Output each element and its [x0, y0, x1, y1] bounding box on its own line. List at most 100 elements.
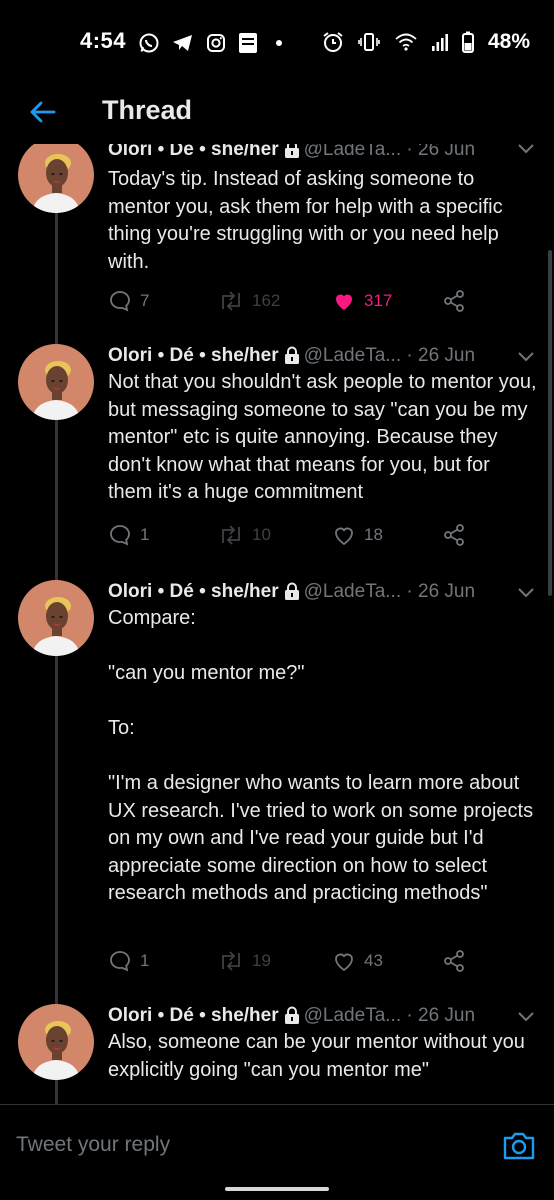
back-button[interactable] [22, 92, 62, 132]
reply-icon [110, 525, 130, 546]
notification-dot [276, 40, 282, 46]
reply-icon [110, 951, 130, 972]
reply-composer [0, 1104, 554, 1184]
retweet-icon [222, 525, 240, 545]
page-title: Thread [102, 95, 193, 125]
like-button[interactable]: 317 [332, 286, 392, 316]
status-time: 4:54 [80, 28, 127, 53]
share-icon [444, 290, 464, 312]
profile-illustration [32, 154, 80, 213]
avatar[interactable] [18, 580, 94, 656]
tweet-date[interactable]: · 26 Jun [406, 144, 475, 160]
back-arrow-icon [30, 101, 56, 123]
reply-icon [110, 291, 130, 312]
camera-button[interactable] [500, 1127, 538, 1165]
share-button[interactable] [442, 946, 466, 976]
author-name[interactable]: Olori • Dé • she/her [108, 1005, 279, 1026]
like-count: 317 [364, 291, 393, 310]
tweet[interactable]: Olori • Dé • she/her @LadeTa... · 26 Jun … [0, 1004, 554, 1104]
tweet[interactable]: Olori • Dé • she/her @LadeTa... · 26 Jun … [0, 144, 554, 344]
tweet-date[interactable]: · 26 Jun [406, 1005, 475, 1026]
tweet[interactable]: Olori • Dé • she/her @LadeTa... · 26 Jun … [0, 580, 554, 1000]
share-button[interactable] [442, 520, 466, 550]
tweet-date[interactable]: · 26 Jun [406, 345, 475, 366]
author-name[interactable]: Olori • Dé • she/her [108, 144, 279, 160]
protected-lock-icon [284, 346, 299, 364]
app-header: Thread [0, 80, 554, 144]
reply-input[interactable] [16, 1127, 476, 1163]
author-handle[interactable]: @LadeTa... [304, 144, 401, 160]
tweet-actions: 1 10 18 [108, 520, 528, 550]
tweet-text: Also, someone can be your mentor without… [108, 1031, 525, 1081]
reply-count: 1 [140, 525, 150, 544]
tweet-text: Not that you shouldn't ask people to men… [108, 371, 537, 503]
heart-icon [335, 527, 353, 546]
tweet-text: Today's tip. Instead of asking someone t… [108, 168, 503, 273]
protected-lock-icon [284, 582, 299, 600]
share-button[interactable] [442, 286, 466, 316]
retweet-button[interactable]: 162 [218, 286, 280, 316]
bible-app-icon [239, 33, 257, 53]
profile-illustration [32, 1021, 80, 1080]
retweet-count: 19 [252, 951, 271, 970]
tweet[interactable]: Olori • Dé • she/her @LadeTa... · 26 Jun … [0, 344, 554, 580]
retweet-icon [222, 951, 240, 971]
battery-icon [461, 31, 474, 53]
tweet-actions: 1 19 43 [108, 946, 528, 976]
reply-button[interactable]: 1 [108, 946, 149, 976]
like-count: 43 [364, 951, 383, 970]
author-name[interactable]: Olori • Dé • she/her [108, 581, 279, 602]
tweet-text: Compare: "can you mentor me?" To: "I'm a… [108, 607, 534, 904]
reply-button[interactable]: 1 [108, 520, 149, 550]
alarm-icon [323, 32, 343, 52]
heart-icon [335, 953, 353, 972]
author-handle[interactable]: @LadeTa... [304, 581, 401, 602]
tweet-header: Olori • Dé • she/her @LadeTa... · 26 Jun [108, 144, 475, 162]
wifi-icon [395, 33, 417, 51]
scrollbar[interactable] [548, 250, 552, 596]
chevron-down-icon[interactable] [514, 1004, 538, 1028]
heart-filled-icon [336, 294, 352, 310]
avatar[interactable] [18, 1004, 94, 1080]
chevron-down-icon[interactable] [514, 580, 538, 604]
tweet-header: Olori • Dé • she/her @LadeTa... · 26 Jun [108, 1004, 475, 1028]
like-count: 18 [364, 525, 383, 544]
retweet-count: 10 [252, 525, 271, 544]
status-bar: 4:54 48% [0, 0, 554, 80]
tweet-actions: 7 162 317 [108, 286, 528, 316]
tweet-header: Olori • Dé • she/her @LadeTa... · 26 Jun [108, 344, 475, 368]
signal-icon [431, 34, 448, 51]
camera-icon [503, 1132, 535, 1160]
avatar[interactable] [18, 344, 94, 420]
chevron-down-icon[interactable] [514, 144, 538, 160]
tweet-header: Olori • Dé • she/her @LadeTa... · 26 Jun [108, 580, 475, 604]
whatsapp-icon [139, 33, 159, 53]
reply-count: 1 [140, 951, 150, 970]
telegram-icon [173, 35, 192, 51]
protected-lock-icon [284, 144, 299, 158]
author-handle[interactable]: @LadeTa... [304, 1005, 401, 1026]
share-icon [444, 950, 464, 972]
vibrate-icon [358, 33, 380, 51]
reply-count: 7 [140, 291, 150, 310]
home-indicator[interactable] [225, 1187, 329, 1191]
chevron-down-icon[interactable] [514, 344, 538, 368]
retweet-button[interactable]: 10 [218, 520, 271, 550]
instagram-icon [207, 34, 225, 52]
profile-illustration [32, 361, 80, 420]
protected-lock-icon [284, 1006, 299, 1024]
notification-icons [138, 32, 282, 54]
author-name[interactable]: Olori • Dé • she/her [108, 345, 279, 366]
share-icon [444, 524, 464, 546]
battery-percentage: 48% [487, 30, 530, 53]
retweet-icon [222, 291, 240, 311]
like-button[interactable]: 43 [332, 946, 383, 976]
reply-button[interactable]: 7 [108, 286, 149, 316]
thread-timeline[interactable]: Olori • Dé • she/her @LadeTa... · 26 Jun … [0, 144, 554, 1104]
tweet-date[interactable]: · 26 Jun [406, 581, 475, 602]
retweet-button[interactable]: 19 [218, 946, 271, 976]
like-button[interactable]: 18 [332, 520, 383, 550]
author-handle[interactable]: @LadeTa... [304, 345, 401, 366]
avatar[interactable] [18, 144, 94, 213]
system-icons: 48% [322, 30, 530, 54]
